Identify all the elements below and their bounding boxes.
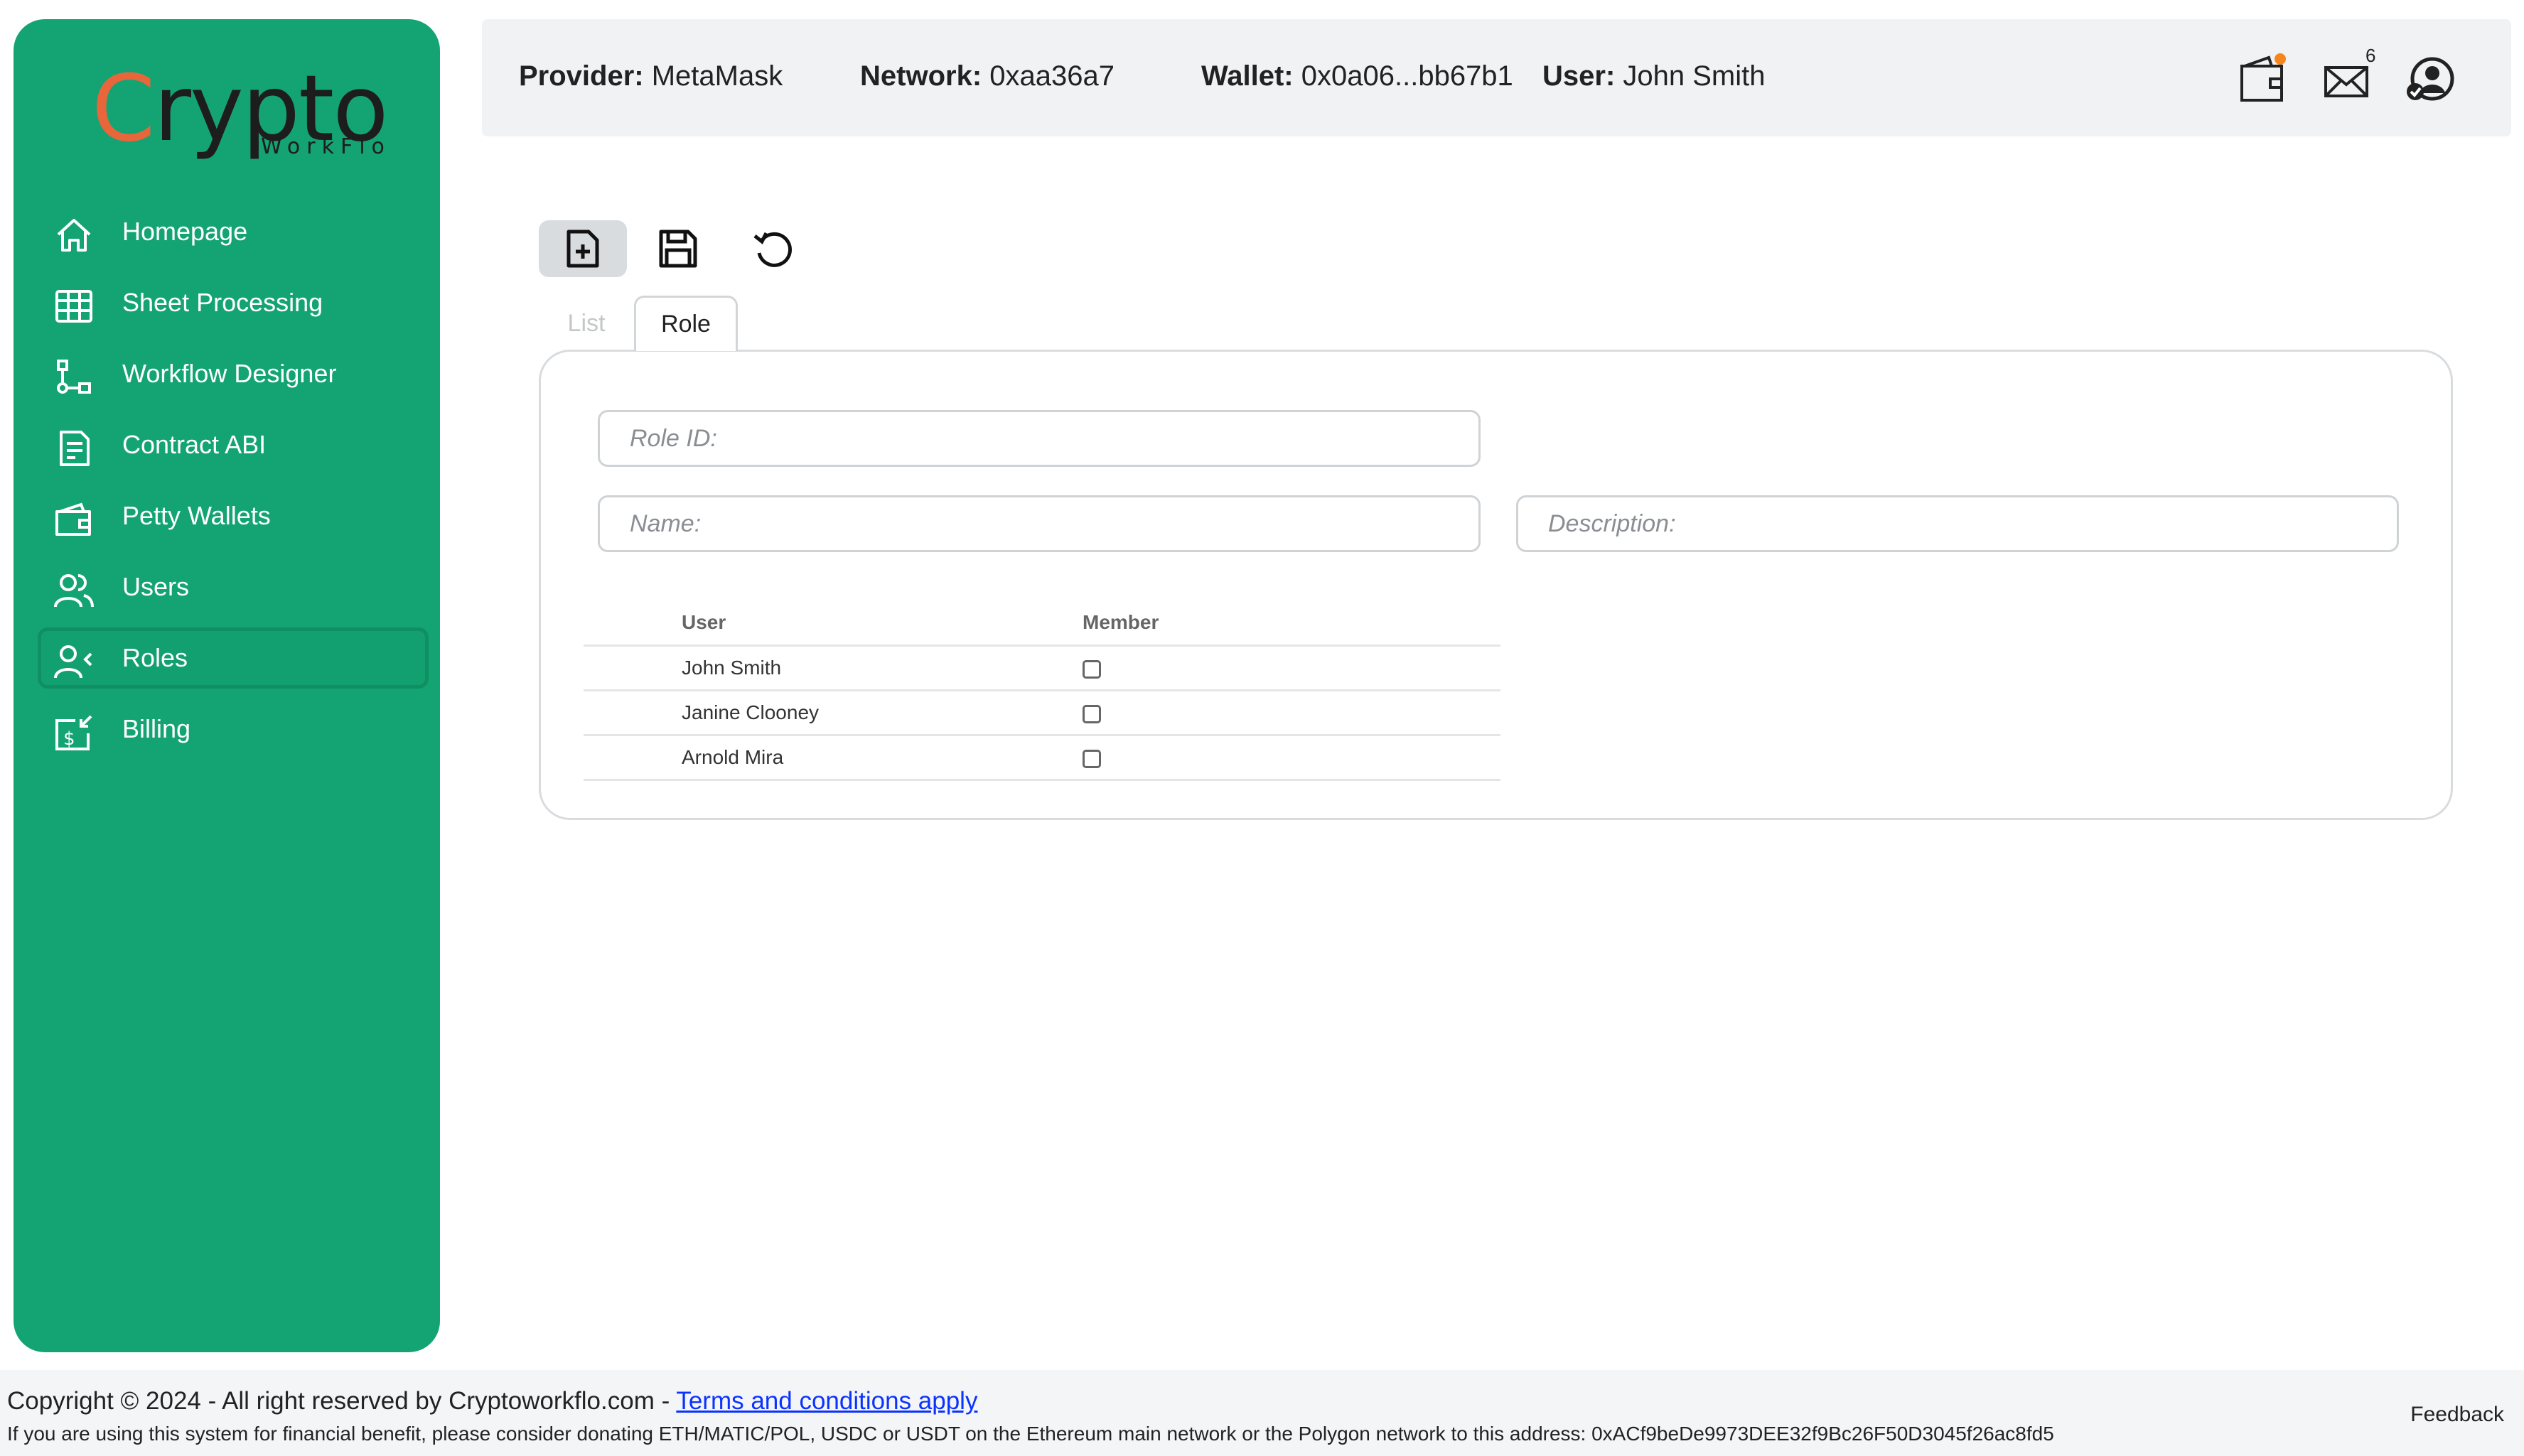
column-header-member: Member <box>1083 600 1500 647</box>
role-form-panel: User Member John Smith Janine Clooney Ar… <box>539 350 2453 820</box>
sidebar-item-label: Contract ABI <box>122 430 267 459</box>
metamask-wallet-icon[interactable] <box>2239 53 2290 104</box>
new-document-icon <box>566 230 599 268</box>
user-info: User: John Smith <box>1542 60 1766 92</box>
sidebar-item-homepage[interactable]: Homepage <box>38 201 429 262</box>
user-name-cell: Arnold Mira <box>584 735 1083 781</box>
home-icon <box>57 219 91 252</box>
footer: Copyright © 2024 - All right reserved by… <box>0 1370 2524 1456</box>
user-name-cell: John Smith <box>584 645 1083 691</box>
logo-subtitle: WorkFlo <box>261 134 391 159</box>
sidebar-item-users[interactable]: Users <box>38 556 429 618</box>
role-id-input[interactable] <box>628 424 1478 453</box>
member-cell <box>1083 690 1500 736</box>
workflow-icon <box>57 360 91 394</box>
app-logo[interactable]: Crypto WorkFlo <box>92 56 390 170</box>
member-cell <box>1083 645 1500 691</box>
sidebar-item-label: Roles <box>122 643 188 672</box>
donation-notice: If you are using this system for financi… <box>7 1423 2054 1445</box>
roles-icon <box>54 645 92 679</box>
table-row: Arnold Mira <box>584 735 1500 781</box>
new-document-button[interactable] <box>539 220 627 277</box>
name-field[interactable] <box>598 495 1481 552</box>
sidebar-item-label: Homepage <box>122 217 248 246</box>
sidebar-item-billing[interactable]: $ Billing <box>38 699 429 760</box>
sidebar-item-label: Workflow Designer <box>122 359 337 388</box>
table-row: Janine Clooney <box>584 690 1500 736</box>
sidebar: Crypto WorkFlo Homepage Sheet Processing… <box>14 19 440 1352</box>
role-id-field[interactable] <box>598 410 1481 467</box>
terms-link[interactable]: Terms and conditions apply <box>676 1387 977 1415</box>
sidebar-item-roles[interactable]: Roles <box>38 627 429 689</box>
save-button[interactable] <box>634 220 722 277</box>
name-input[interactable] <box>628 509 1478 539</box>
users-icon <box>54 574 94 608</box>
refresh-button[interactable] <box>729 220 817 277</box>
network-info: Network: 0xaa36a7 <box>860 60 1115 92</box>
feedback-button[interactable]: Feedback <box>2410 1403 2504 1427</box>
wallet-info: Wallet: 0x0a06...bb67b1 <box>1201 60 1513 92</box>
top-bar: Provider: MetaMask Network: 0xaa36a7 Wal… <box>482 19 2511 136</box>
user-name-cell: Janine Clooney <box>584 690 1083 736</box>
user-account-icon[interactable] <box>2404 53 2455 104</box>
member-cell <box>1083 735 1500 781</box>
sidebar-item-contract-abi[interactable]: Contract ABI <box>38 414 429 475</box>
table-icon <box>55 290 92 323</box>
description-field[interactable] <box>1516 495 2399 552</box>
mail-count-badge: 6 <box>2365 45 2376 66</box>
member-checkbox[interactable] <box>1083 704 1101 723</box>
tab-list[interactable]: List <box>539 296 634 351</box>
sidebar-item-petty-wallets[interactable]: Petty Wallets <box>38 485 429 546</box>
table-header-row: User Member <box>584 600 1500 647</box>
svg-text:$: $ <box>63 728 75 750</box>
member-checkbox[interactable] <box>1083 749 1101 768</box>
wallet-icon <box>55 502 91 536</box>
description-input[interactable] <box>1547 509 2397 539</box>
member-checkbox[interactable] <box>1083 659 1101 679</box>
members-table: User Member John Smith Janine Clooney Ar… <box>584 600 1500 781</box>
document-icon <box>60 431 90 466</box>
sidebar-item-label: Billing <box>122 714 191 743</box>
column-header-user: User <box>584 600 1083 647</box>
tab-role[interactable]: Role <box>634 296 738 351</box>
provider-info: Provider: MetaMask <box>519 60 783 92</box>
sidebar-nav: Homepage Sheet Processing Workflow Desig… <box>38 201 429 770</box>
sidebar-item-label: Sheet Processing <box>122 288 323 317</box>
table-row: John Smith <box>584 645 1500 691</box>
billing-icon: $ <box>55 715 92 750</box>
sidebar-item-label: Users <box>122 572 190 601</box>
sidebar-item-sheet-processing[interactable]: Sheet Processing <box>38 272 429 333</box>
sidebar-item-label: Petty Wallets <box>122 501 271 530</box>
sidebar-item-workflow-designer[interactable]: Workflow Designer <box>38 343 429 404</box>
copyright-text: Copyright © 2024 - All right reserved by… <box>7 1387 978 1415</box>
refresh-icon <box>753 232 792 267</box>
save-icon <box>659 230 697 268</box>
